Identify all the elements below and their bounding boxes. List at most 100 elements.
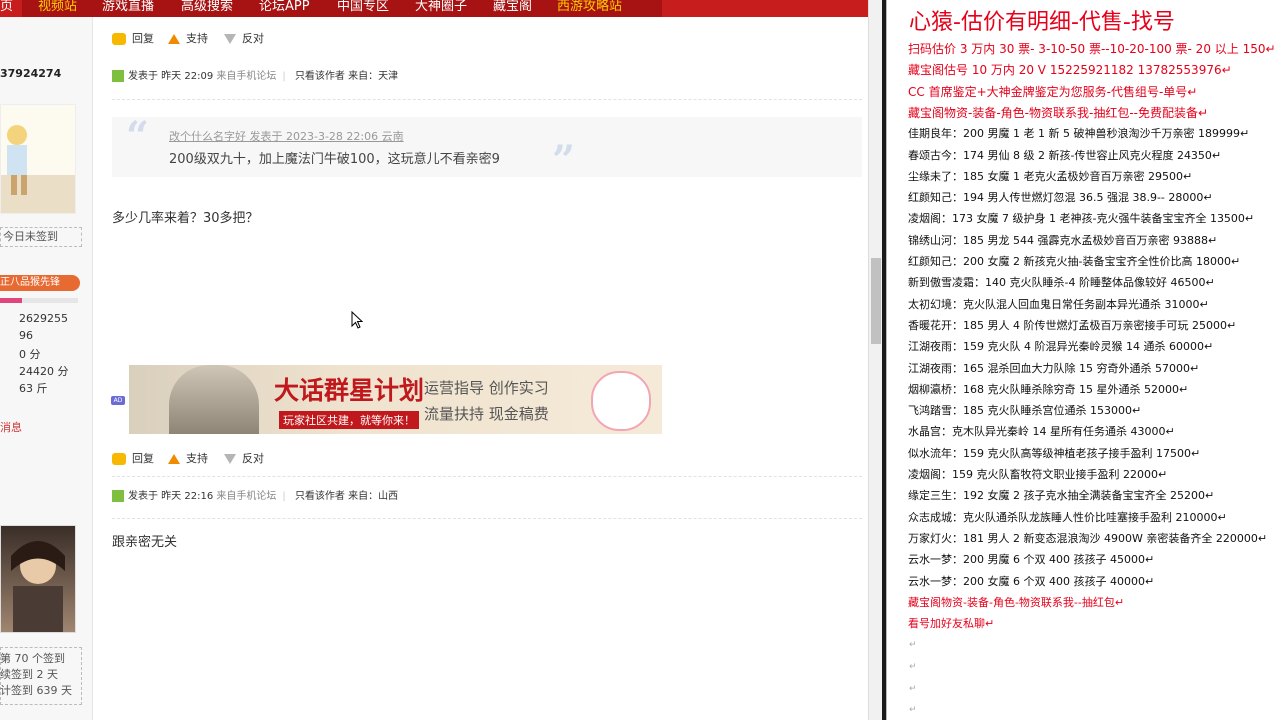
stat-value: 63 斤 xyxy=(19,382,48,395)
panel-line: 云水一梦：200 女魔 6 个双 400 孩孩子 40000↵ xyxy=(908,574,1155,588)
support-button[interactable]: 支持 xyxy=(168,30,208,46)
avatar[interactable] xyxy=(0,104,76,214)
sign-line: 续签到 2 天 xyxy=(0,668,58,681)
panel-line: 扫码估价 3 万内 30 票- 3-10-50 票--10-20-100 票- … xyxy=(908,42,1276,56)
user-id: 37924274 xyxy=(0,67,62,80)
oppose-button[interactable]: 反对 xyxy=(224,30,264,46)
rank-progress xyxy=(0,298,78,303)
divider xyxy=(112,518,862,519)
panel-line: 春颂古今：174 男仙 8 级 2 新孩-传世容止风克火程度 24350↵ xyxy=(908,148,1222,162)
oppose-label: 反对 xyxy=(242,452,264,465)
panel-line: 太初幻境：克火队混人回血鬼日常任务副本异光通杀 31000↵ xyxy=(908,297,1209,311)
panel-line: CC 首席鉴定+大神金牌鉴定为您服务-代售组号-单号↵ xyxy=(908,84,1198,99)
author-sidebar: 37924274 今日未签到 正八品猴先锋 2629255 96 0 分 244… xyxy=(0,17,93,720)
post-location: 来自：天津 xyxy=(348,71,399,82)
post-time: 发表于 昨天 22:09 xyxy=(128,71,214,82)
thumb-down-icon xyxy=(224,34,236,44)
nav-item-app[interactable]: 论坛APP xyxy=(259,0,310,14)
nav-item-guide[interactable]: 西游攻略站 xyxy=(557,0,622,14)
sign-line: 第 70 个签到 xyxy=(0,652,65,665)
quote-header[interactable]: 改个什么名字好 发表于 2023-3-28 22:06 云南 xyxy=(169,128,404,144)
panel-line: 红颜知己：200 女魔 2 新孩克火抽-装备宝宝齐全性价比高 18000↵ xyxy=(908,255,1241,268)
reply-button[interactable]: 回复 xyxy=(112,30,154,46)
empty-line: ↵ xyxy=(909,705,917,715)
ad-badge: AD xyxy=(111,396,125,405)
panel-line: 云水一梦：200 男魔 6 个双 400 孩孩子 45000↵ xyxy=(908,553,1155,567)
post-source[interactable]: 来自手机论坛 xyxy=(216,71,276,82)
avatar-image xyxy=(1,125,75,213)
nav-item-0[interactable]: 页 xyxy=(0,0,13,14)
stat-value: 0 分 xyxy=(19,348,41,361)
panel-line: 尘缘未了：185 女魔 1 老克火孟极妙音百万亲密 29500↵ xyxy=(908,169,1193,183)
panel-line: 缘定三生：192 女魔 2 孩子克水抽全满装备宝宝齐全 25200↵ xyxy=(908,489,1215,503)
nav-item-live[interactable]: 游戏直播 xyxy=(102,0,154,14)
vertical-scrollbar[interactable] xyxy=(868,0,883,720)
cursor-icon xyxy=(351,310,364,329)
panel-line: 凌烟阁：173 女魔 7 级护身 1 老神孩-克火强牛装备宝宝齐全 13500↵ xyxy=(908,212,1255,226)
panel-line: 看号加好友私聊↵ xyxy=(908,617,995,631)
phone-icon xyxy=(112,490,124,502)
rank-progress-fill xyxy=(0,298,22,303)
thumb-up-icon xyxy=(168,34,180,44)
quote-close-icon: ” xyxy=(552,137,576,184)
meta-separator: | xyxy=(282,491,286,502)
panel-line: 烟柳瀛桥：168 克火队睡杀除穷奇 15 星外通杀 52000↵ xyxy=(908,382,1189,396)
stat-value: 2629255 xyxy=(19,312,68,325)
panel-line: 凌烟阁：159 克火队畜牧符文职业接手盈利 22000↵ xyxy=(908,468,1168,481)
avatar[interactable] xyxy=(0,525,76,633)
stat-value: 24420 分 xyxy=(19,365,69,378)
reply-label: 回复 xyxy=(132,452,154,465)
oppose-button[interactable]: 反对 xyxy=(224,450,264,466)
rank-badge: 正八品猴先锋 xyxy=(0,275,80,291)
post-content: 多少几率来着？30多把？ xyxy=(112,211,259,226)
panel-line: 飞鸿踏雪：185 克火队睡杀宫位通杀 153000↵ xyxy=(908,404,1142,418)
divider xyxy=(112,476,862,477)
post-meta: 发表于 昨天 22:09 来自手机论坛 | 只看该作者 来自：天津 xyxy=(112,67,398,82)
sign-status: 今日未签到 xyxy=(0,227,82,247)
nav-item-search[interactable]: 高级搜索 xyxy=(181,0,233,14)
panel-line: 藏宝阁估号 10 万内 20 V 15225921182 13782553976… xyxy=(908,63,1232,78)
panel-line: 似水流年：159 克火队高等级神植老孩子接手盈利 17500↵ xyxy=(908,446,1201,460)
ad-banner[interactable]: 大话群星计划 玩家社区共建，就等你来！ 运营指导 创作实习 流量扶持 现金稿费 xyxy=(129,365,662,434)
message-link[interactable]: 消息 xyxy=(0,419,22,435)
panel-title: 心猿-估价有明细-代售-找号 xyxy=(909,10,1175,35)
banner-title: 大话群星计划 xyxy=(274,376,425,405)
thumb-down-icon xyxy=(224,454,236,464)
banner-subtitle: 玩家社区共建，就等你来！ xyxy=(279,411,419,429)
nav-item-cangbaoge[interactable]: 藏宝阁 xyxy=(493,0,532,14)
quote-block: “ 改个什么名字好 发表于 2023-3-28 22:06 云南 200级双九十… xyxy=(112,113,862,184)
support-label: 支持 xyxy=(186,32,208,45)
banner-mascot xyxy=(591,371,651,431)
quote-open-icon: “ xyxy=(126,113,150,160)
meta-separator: | xyxy=(282,71,286,82)
scrollbar-thumb[interactable] xyxy=(871,258,881,344)
reply-label: 回复 xyxy=(132,32,154,45)
panel-line: 锦绣山河：185 男龙 544 强霹克水孟极妙音百万亲密 93888↵ xyxy=(908,233,1218,247)
reply-button[interactable]: 回复 xyxy=(112,450,154,466)
forum-page: 页 视频站 游戏直播 高级搜索 论坛APP 中国专区 大神圈子 藏宝阁 西游攻略… xyxy=(0,0,868,720)
panel-line: 水晶宫：克木队异光秦岭 14 星所有任务通杀 43000↵ xyxy=(908,425,1175,439)
post-time: 发表于 昨天 22:16 xyxy=(128,491,214,502)
comment-icon xyxy=(112,33,126,45)
support-label: 支持 xyxy=(186,452,208,465)
nav-item-china[interactable]: 中国专区 xyxy=(337,0,389,14)
stat-value: 96 xyxy=(19,329,33,342)
thumb-up-icon xyxy=(168,454,180,464)
banner-line2: 流量扶持 现金稿费 xyxy=(424,405,549,423)
post-source[interactable]: 来自手机论坛 xyxy=(216,491,276,502)
notes-panel: 心猿-估价有明细-代售-找号 扫码估价 3 万内 30 票- 3-10-50 票… xyxy=(886,0,1280,720)
panel-line: 红颜知己：194 男人传世燃灯忽混 36.5 强混 38.9-- 28000↵ xyxy=(908,191,1213,205)
panel-line: 新到傲雪凌霜：140 克火队睡杀-4 阶睡整体品像较好 46500↵ xyxy=(908,276,1215,290)
post-content: 跟亲密无关 xyxy=(112,535,178,550)
only-author-link[interactable]: 只看该作者 xyxy=(295,491,345,502)
post-meta: 发表于 昨天 22:16 来自手机论坛 | 只看该作者 来自：山西 xyxy=(112,487,398,502)
banner-character xyxy=(169,365,259,434)
only-author-link[interactable]: 只看该作者 xyxy=(295,71,345,82)
support-button[interactable]: 支持 xyxy=(168,450,208,466)
nav-item-circle[interactable]: 大神圈子 xyxy=(415,0,467,14)
nav-item-video[interactable]: 视频站 xyxy=(38,0,77,14)
oppose-label: 反对 xyxy=(242,32,264,45)
empty-line: ↵ xyxy=(909,640,917,650)
empty-line: ↵ xyxy=(909,662,917,672)
panel-line: 众志成城：克火队通杀队龙族睡人性价比哇塞接手盈利 210000↵ xyxy=(908,510,1227,524)
